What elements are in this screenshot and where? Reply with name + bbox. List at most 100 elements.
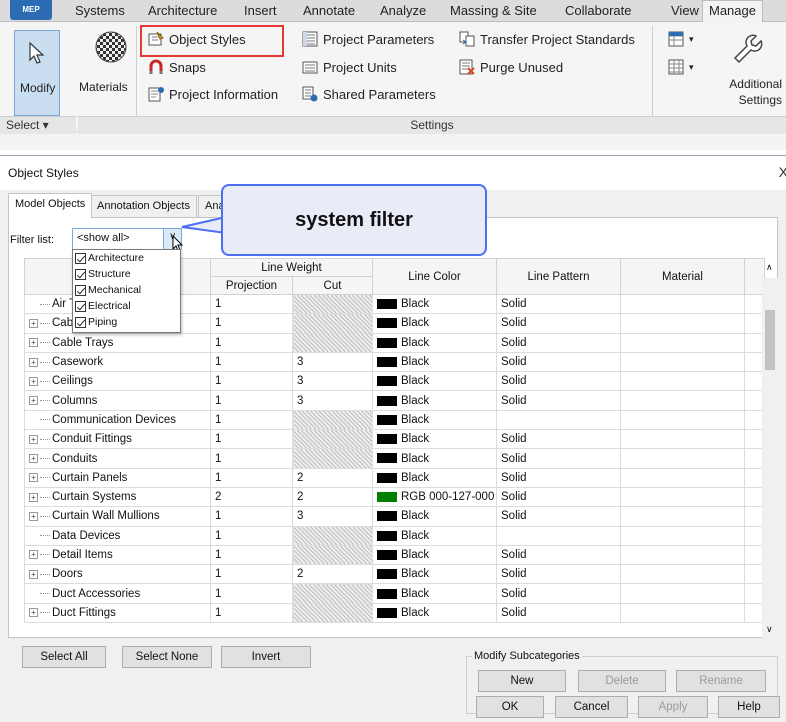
line-color-cell[interactable]: Black [372,351,497,373]
line-pattern-cell[interactable]: Solid [496,467,621,488]
cut-cell[interactable]: 3 [292,506,373,527]
category-cell[interactable]: + Conduit Fittings [24,429,211,450]
line-pattern-cell[interactable]: Solid [496,448,621,469]
materials-label[interactable]: Materials [79,80,128,94]
line-color-cell[interactable]: Black [372,429,497,450]
line-color-cell[interactable]: Black [372,409,497,431]
table-row[interactable]: + Curtain Systems 2 2 RGB 000-127-000 Solid [24,486,765,508]
scroll-up-icon[interactable]: ∧ [766,262,773,273]
line-pattern-cell[interactable]: Solid [496,602,621,624]
line-color-cell[interactable]: Black [372,371,497,392]
category-cell[interactable]: + Conduits [24,448,211,469]
tab-manage[interactable]: Manage [702,0,763,23]
category-cell[interactable]: Data Devices [24,525,211,546]
invert-button[interactable]: Invert [221,646,311,668]
line-pattern-cell[interactable]: Solid [496,332,621,353]
scrollbar-thumb[interactable] [765,310,775,370]
help-button[interactable]: Help [718,696,780,718]
category-cell[interactable]: + Casework [24,351,211,373]
design-options-dropdown[interactable]: ▾ [668,59,694,75]
expand-plus-icon[interactable]: + [29,511,38,521]
column-header-line-color[interactable]: Line Color [372,258,497,295]
line-color-cell[interactable]: Black [372,602,497,624]
category-cell[interactable]: + Curtain Systems [24,486,211,508]
projection-cell[interactable]: 1 [210,583,293,604]
line-pattern-cell[interactable]: Solid [496,564,621,585]
cut-cell[interactable]: 2 [292,564,373,585]
projection-cell[interactable]: 1 [210,467,293,488]
projection-cell[interactable]: 1 [210,602,293,624]
material-cell[interactable] [620,429,745,450]
material-cell[interactable] [620,602,745,624]
projection-cell[interactable]: 1 [210,351,293,373]
projection-cell[interactable]: 1 [210,525,293,546]
line-pattern-cell[interactable] [496,409,621,431]
category-cell[interactable]: + Curtain Panels [24,467,211,488]
table-row[interactable]: + Columns 1 3 Black Solid [24,390,765,411]
category-cell[interactable]: Communication Devices [24,409,211,431]
projection-cell[interactable]: 1 [210,409,293,431]
expand-plus-icon[interactable]: + [29,453,38,463]
line-color-cell[interactable]: Black [372,467,497,488]
materials-sphere-icon[interactable] [94,30,128,64]
category-cell[interactable]: + Columns [24,390,211,411]
material-cell[interactable] [620,409,745,431]
tab-massing-site[interactable]: Massing & Site [450,3,537,18]
table-row[interactable]: + Curtain Wall Mullions 1 3 Black Solid [24,506,765,527]
shared-parameters-button[interactable]: Shared Parameters [302,86,436,102]
line-color-cell[interactable]: Black [372,525,497,546]
cut-cell[interactable]: 3 [292,351,373,373]
table-row[interactable]: + Duct Fittings 1 Black Solid [24,602,765,624]
tab-analyze[interactable]: Analyze [380,3,426,18]
line-color-cell[interactable]: Black [372,544,497,566]
tab-view[interactable]: View [671,3,699,18]
table-row[interactable]: + Conduit Fittings 1 Black Solid [24,429,765,450]
category-cell[interactable]: + Duct Fittings [24,602,211,624]
line-color-cell[interactable]: Black [372,448,497,469]
projection-cell[interactable]: 1 [210,544,293,566]
project-units-button[interactable]: Project Units [302,59,397,75]
line-color-cell[interactable]: Black [372,313,497,334]
tab-architecture[interactable]: Architecture [148,3,217,18]
line-pattern-cell[interactable]: Solid [496,371,621,392]
projection-cell[interactable]: 1 [210,506,293,527]
expand-plus-icon[interactable]: + [29,357,38,367]
table-row[interactable]: + Doors 1 2 Black Solid [24,564,765,585]
projection-cell[interactable]: 1 [210,332,293,353]
projection-cell[interactable]: 1 [210,429,293,450]
close-icon[interactable]: X [779,164,786,180]
rename-subcategory-button[interactable]: Rename [676,670,766,692]
checkbox-checked-icon[interactable] [75,316,86,328]
projection-cell[interactable]: 1 [210,313,293,334]
checkbox-checked-icon[interactable] [75,284,86,296]
line-pattern-cell[interactable]: Solid [496,351,621,373]
material-cell[interactable] [620,583,745,604]
line-pattern-cell[interactable]: Solid [496,390,621,411]
line-color-cell[interactable]: Black [372,506,497,527]
transfer-project-standards-button[interactable]: Transfer Project Standards [459,31,635,47]
line-pattern-cell[interactable]: Solid [496,544,621,566]
project-information-button[interactable]: Project Information [148,86,278,102]
material-cell[interactable] [620,351,745,373]
object-styles-button[interactable]: Object Styles [148,31,246,47]
select-all-button[interactable]: Select All [22,646,106,668]
line-color-cell[interactable]: RGB 000-127-000 [372,486,497,508]
line-color-cell[interactable]: Black [372,332,497,353]
expand-plus-icon[interactable]: + [29,473,38,483]
line-pattern-cell[interactable]: Solid [496,429,621,450]
category-cell[interactable]: + Cable Trays [24,332,211,353]
snaps-button[interactable]: Snaps [148,59,206,75]
projection-cell[interactable]: 1 [210,293,293,315]
category-cell[interactable]: + Ceilings [24,371,211,392]
table-row[interactable]: + Casework 1 3 Black Solid [24,351,765,373]
column-header-line-pattern[interactable]: Line Pattern [496,258,621,295]
filter-option-electrical[interactable]: Electrical [73,298,180,314]
expand-plus-icon[interactable]: + [29,550,38,560]
expand-plus-icon[interactable]: + [29,396,38,406]
table-row[interactable]: + Ceilings 1 3 Black Solid [24,371,765,392]
material-cell[interactable] [620,506,745,527]
table-row[interactable]: + Conduits 1 Black Solid [24,448,765,469]
filter-option-architecture[interactable]: Architecture [73,250,180,266]
category-cell[interactable]: Duct Accessories [24,583,211,604]
material-cell[interactable] [620,467,745,488]
